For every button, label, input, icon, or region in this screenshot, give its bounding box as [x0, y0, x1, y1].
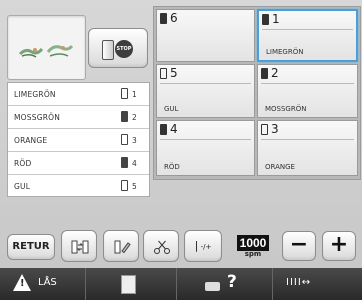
speed-unit: spm	[244, 250, 262, 258]
lock-button[interactable]: ! LÅS	[0, 268, 86, 300]
needle-cell-3[interactable]: 3 ORANGE	[257, 120, 358, 176]
help-label: ?	[227, 272, 237, 292]
needle-thread-name: LIMEGRÖN	[266, 48, 304, 56]
thread-name: RÖD	[14, 159, 32, 168]
list-item[interactable]: LIMEGRÖN 1	[8, 83, 149, 106]
spool-outline-icon	[160, 67, 167, 79]
needle-number: 3	[132, 136, 137, 145]
divider	[261, 139, 354, 140]
list-item[interactable]: ORANGE 3	[8, 129, 149, 152]
needle-cell-4[interactable]: 4 RÖD	[156, 120, 255, 176]
needle-number: 6	[170, 11, 178, 25]
swap-thread-button[interactable]	[61, 230, 97, 262]
settings-label: IIII↔	[286, 277, 312, 288]
needle-cell-2[interactable]: 2 MOSSGRÖN	[257, 64, 358, 118]
stop-icon: STOP	[115, 40, 133, 58]
swap-spools-icon	[71, 240, 89, 254]
document-button[interactable]	[86, 268, 177, 300]
status-bar: ! LÅS ? IIII↔	[0, 268, 362, 300]
speed-value: 1000	[236, 235, 270, 251]
needle-thread-name: ORANGE	[265, 163, 295, 171]
spool-filled-icon	[121, 111, 128, 122]
needle-thread-name: MOSSGRÖN	[265, 105, 307, 113]
divider	[261, 83, 354, 84]
thread-name: MOSSGRÖN	[14, 113, 61, 122]
thread-name: LIMEGRÖN	[14, 90, 56, 99]
list-item[interactable]: MOSSGRÖN 2	[8, 106, 149, 129]
spool-outline-icon	[261, 123, 268, 135]
needle-cell-5[interactable]: 5 GUL	[156, 64, 255, 118]
needle-label: 6	[160, 11, 178, 25]
spool-eraser-icon	[114, 240, 131, 254]
thread-clear-button[interactable]	[103, 230, 139, 262]
spool-filled-icon	[121, 157, 128, 168]
scissors-icon	[154, 240, 170, 254]
retur-button[interactable]: RETUR	[7, 234, 55, 260]
spool-filled-icon	[160, 12, 167, 24]
lock-label: LÅS	[38, 277, 57, 288]
needle-icon: |	[194, 239, 199, 252]
pattern-preview-image	[18, 44, 74, 58]
settings-button[interactable]: IIII↔	[273, 268, 362, 300]
needle-cell-6[interactable]: 6	[156, 9, 255, 62]
needle-number: 1	[272, 12, 280, 26]
needle-label: 5	[160, 66, 178, 80]
document-icon	[121, 275, 136, 294]
needle-thread-name: RÖD	[164, 163, 180, 171]
divider	[160, 83, 251, 84]
thread-name: ORANGE	[14, 136, 48, 145]
spool-filled-icon	[262, 13, 269, 25]
decrease-speed-button[interactable]: −	[282, 231, 316, 261]
machine-icon	[205, 282, 220, 291]
pattern-preview	[7, 15, 86, 80]
thread-stop-button[interactable]: STOP	[88, 28, 148, 68]
spool-outline-icon	[121, 88, 128, 99]
warning-icon: !	[13, 274, 31, 291]
needle-number: 2	[271, 66, 279, 80]
help-button[interactable]: ?	[177, 268, 273, 300]
needle-label: 4	[160, 122, 178, 136]
needle-cell-1[interactable]: 1 LIMEGRÖN	[257, 9, 358, 62]
increase-speed-button[interactable]: +	[322, 231, 356, 261]
spool-icon	[102, 40, 114, 60]
tension-button[interactable]: | -/+	[184, 230, 222, 262]
needle-number: 3	[271, 122, 279, 136]
thread-name: GUL	[14, 182, 31, 191]
needle-number: 5	[132, 182, 137, 191]
needle-bar-grid: 6 1 LIMEGRÖN 5 GUL 2 MOSSGRÖN 4 RÖD 3 OR…	[153, 6, 361, 180]
embroidery-screen: STOP LIMEGRÖN 1 MOSSGRÖN 2 ORANGE 3 RÖD …	[0, 0, 362, 300]
needle-number: 1	[132, 90, 137, 99]
trim-settings-button[interactable]	[143, 230, 179, 262]
needle-label: 2	[261, 66, 279, 80]
needle-label: 3	[261, 122, 279, 136]
divider	[262, 29, 353, 30]
spool-outline-icon	[121, 134, 128, 145]
spool-filled-icon	[160, 123, 167, 135]
speed-display: 1000 spm	[230, 232, 276, 260]
list-item[interactable]: GUL 5	[8, 175, 149, 197]
tension-label: -/+	[200, 243, 212, 251]
thread-color-list: LIMEGRÖN 1 MOSSGRÖN 2 ORANGE 3 RÖD 4 GUL…	[7, 82, 150, 197]
spool-outline-icon	[121, 180, 128, 191]
needle-thread-name: GUL	[164, 105, 179, 113]
spool-filled-icon	[261, 67, 268, 79]
needle-number: 4	[132, 159, 137, 168]
divider	[160, 139, 251, 140]
needle-number: 4	[170, 122, 178, 136]
needle-number: 2	[132, 113, 137, 122]
needle-number: 5	[170, 66, 178, 80]
needle-label: 1	[262, 12, 280, 26]
list-item[interactable]: RÖD 4	[8, 152, 149, 175]
